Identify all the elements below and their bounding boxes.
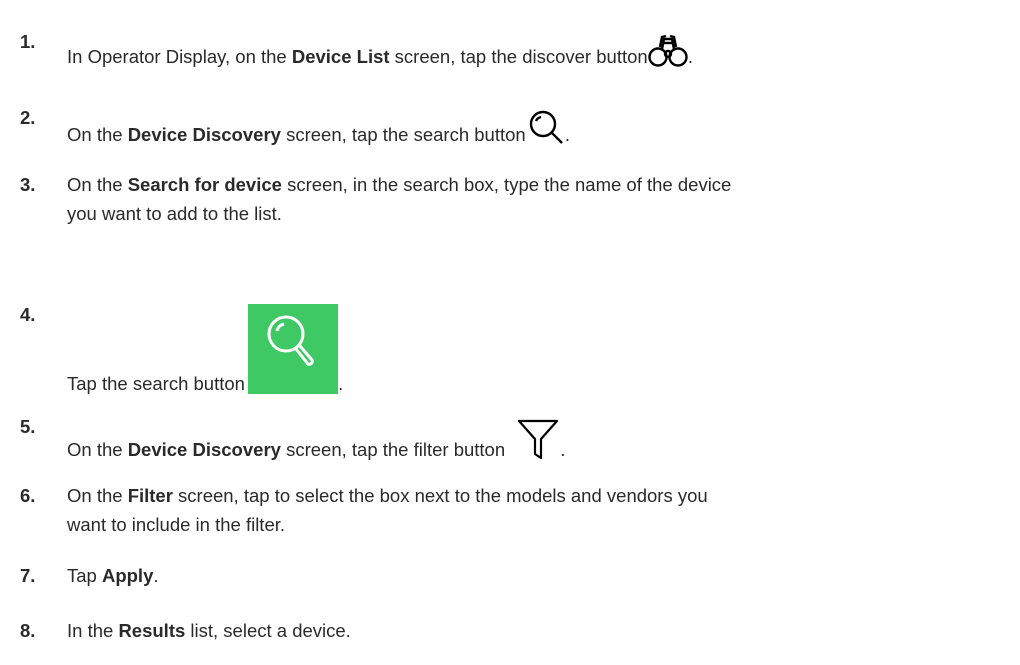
- step-number: 3.: [20, 174, 36, 195]
- step-text: On the Device Discovery screen, tap the …: [67, 103, 997, 149]
- step-text: In Operator Display, on the Device List …: [67, 27, 997, 71]
- step-number: 5.: [20, 416, 36, 437]
- ui-term: Apply: [101, 565, 154, 586]
- filter-icon: [516, 418, 560, 462]
- ui-term: Device Discovery: [127, 439, 281, 460]
- step-text: In the Results list, select a device.: [67, 620, 351, 641]
- step-text: Tap Apply.: [67, 565, 159, 586]
- step-number: 8.: [20, 620, 36, 641]
- ui-term: Filter: [127, 485, 173, 506]
- step-number: 4.: [20, 304, 36, 325]
- green-search-icon: [248, 304, 339, 394]
- ui-term: Device List: [291, 46, 390, 67]
- ui-term: Results: [118, 620, 186, 641]
- step-number: 2.: [20, 107, 36, 128]
- step-number: 6.: [20, 485, 36, 506]
- step-text: On the Search for device screen, in the …: [67, 174, 732, 224]
- step-number: 1.: [20, 31, 36, 52]
- binoculars-icon: [648, 33, 688, 69]
- ui-term: Search for device: [127, 174, 282, 195]
- step-number: 7.: [20, 565, 36, 586]
- step-text: Tap the search button .: [67, 300, 997, 398]
- search-icon: [527, 109, 565, 147]
- step-text: On the Device Discovery screen, tap the …: [67, 412, 997, 464]
- ui-term: Device Discovery: [127, 124, 281, 145]
- step-text: On the Filter screen, tap to select the …: [67, 485, 708, 535]
